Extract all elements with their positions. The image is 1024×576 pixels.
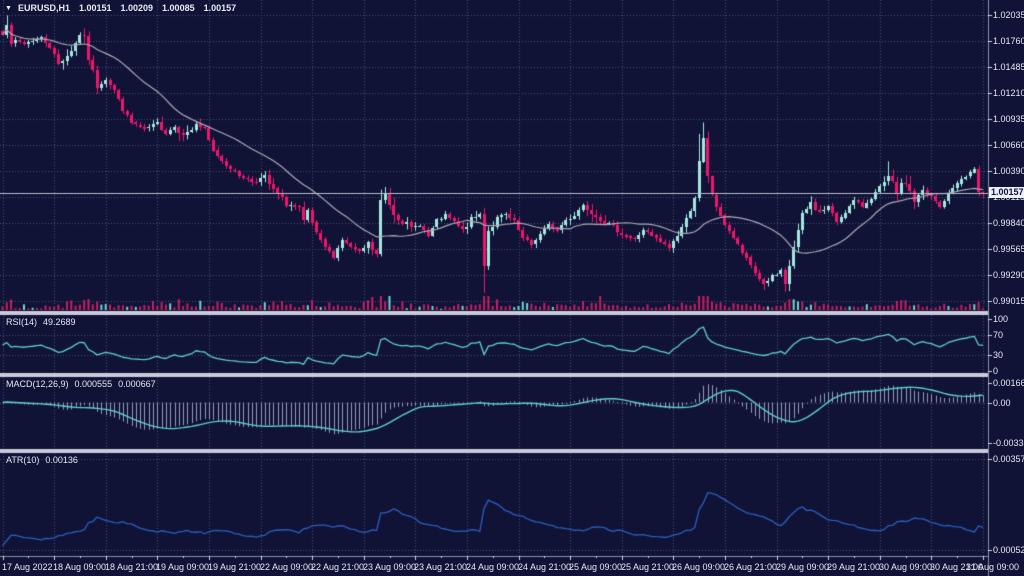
rsi-indicator-label: RSI(14) 49.2689 [6, 317, 82, 328]
macd-main-value: 0.000555 [75, 379, 113, 389]
ohlc-open: 1.00151 [79, 3, 112, 14]
atr-name: ATR(10) [6, 455, 39, 465]
rsi-value: 49.2689 [43, 317, 76, 327]
symbol-label: EURUSD,H1 [18, 3, 70, 14]
ohlc-low: 1.00085 [162, 3, 195, 14]
macd-indicator-label: MACD(12,26,9) 0.000555 0.000667 [6, 379, 162, 390]
symbol-header: ▼ EURUSD,H1 1.00151 1.00209 1.00085 1.00… [5, 3, 236, 14]
atr-value: 0.00136 [45, 455, 78, 465]
current-price-badge: 1.00157 [989, 187, 1024, 198]
ohlc-close: 1.00157 [204, 3, 237, 14]
atr-indicator-label: ATR(10) 0.00136 [6, 455, 84, 466]
macd-name: MACD(12,26,9) [6, 379, 69, 389]
chart-canvas[interactable] [0, 0, 1024, 576]
rsi-name: RSI(14) [6, 317, 37, 327]
symbol-dropdown-icon[interactable]: ▼ [5, 3, 12, 14]
mt4-chart-window: ▼ EURUSD,H1 1.00151 1.00209 1.00085 1.00… [0, 0, 1024, 576]
ohlc-high: 1.00209 [121, 3, 154, 14]
macd-signal-value: 0.000667 [118, 379, 156, 389]
